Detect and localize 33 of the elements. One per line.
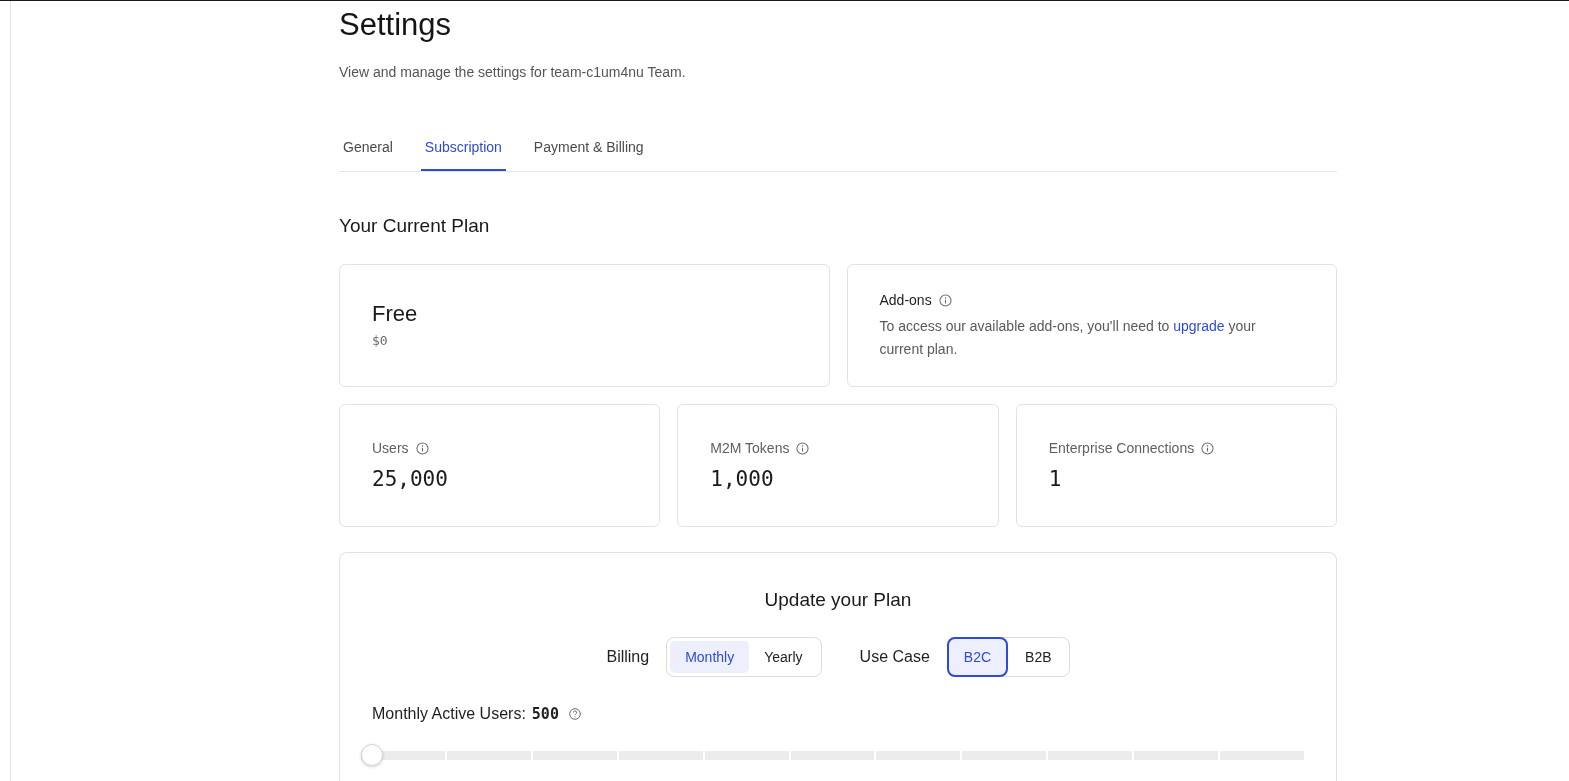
- help-icon[interactable]: [568, 708, 581, 720]
- info-icon[interactable]: [415, 441, 429, 455]
- page-title: Settings: [339, 7, 452, 43]
- stat-value: 1: [1048, 466, 1063, 493]
- page-subtitle: View and manage the settings for team-c1um4nu Team.: [339, 63, 687, 82]
- upgrade-link[interactable]: upgrade: [1173, 318, 1225, 334]
- slider-value: 500: [531, 704, 559, 724]
- option-button[interactable]: Yearly: [749, 641, 818, 673]
- addons-title: Add-ons: [879, 291, 932, 310]
- stat-label: Users: [372, 439, 409, 458]
- addons-description: To access our available add-ons, you'll need to upgrade your current plan.: [879, 317, 1257, 359]
- slider-track[interactable]: [361, 744, 1304, 766]
- toggle-label: Use Case: [859, 647, 930, 667]
- plan-price: $0: [372, 332, 389, 350]
- option-button[interactable]: Monthly: [670, 641, 750, 673]
- tab[interactable]: General: [339, 129, 397, 171]
- info-icon[interactable]: [796, 441, 810, 455]
- slider-label: Monthly Active Users:: [372, 704, 526, 724]
- info-icon[interactable]: [938, 293, 952, 307]
- tab[interactable]: Payment & Billing: [529, 129, 648, 171]
- stat-value: 25,000: [372, 466, 449, 493]
- update-plan-title: Update your Plan: [763, 588, 913, 612]
- tab[interactable]: Subscription: [420, 129, 506, 171]
- section-heading: Your Current Plan: [339, 214, 491, 238]
- plan-name: Free: [372, 300, 419, 328]
- stat-label: M2M Tokens: [710, 439, 790, 458]
- toggle-label: Billing: [606, 647, 650, 667]
- stat-value: 1,000: [710, 466, 775, 493]
- option-button[interactable]: B2B: [1008, 637, 1069, 677]
- stat-label: Enterprise Connections: [1048, 439, 1195, 458]
- info-icon[interactable]: [1201, 441, 1215, 455]
- slider-thumb[interactable]: [361, 744, 383, 766]
- option-button[interactable]: B2C: [946, 637, 1009, 677]
